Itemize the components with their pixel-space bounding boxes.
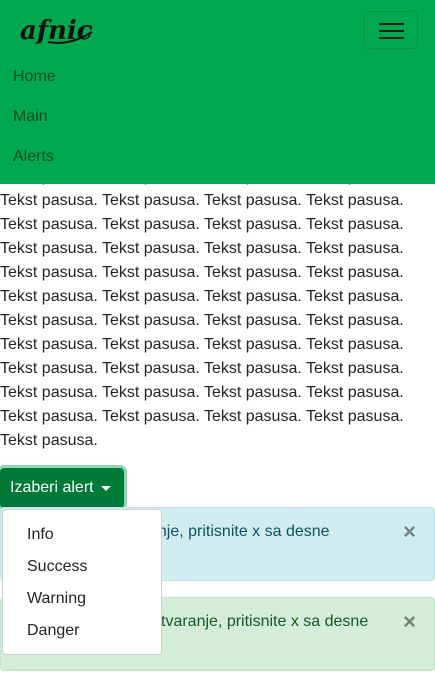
caret-down-icon	[101, 486, 111, 491]
brand-logo[interactable]: afnic	[18, 12, 96, 50]
nav-link-home[interactable]: Home	[13, 68, 56, 86]
nav-link-alerts[interactable]: Alerts	[13, 148, 54, 166]
alert-text: tvaranje, pritisnite x sa desne	[161, 613, 369, 630]
paragraph-container: Tekst pasusa. Tekst pasusa. Tekst pasusa…	[0, 165, 420, 455]
close-icon[interactable]: ×	[403, 521, 416, 543]
logo-text: afnic	[20, 16, 93, 46]
dropdown-item-danger[interactable]: Danger	[27, 622, 79, 640]
paragraph-text: Tekst pasusa. Tekst pasusa. Tekst pasusa…	[0, 168, 404, 449]
dropdown-item-success[interactable]: Success	[27, 558, 87, 576]
hamburger-icon	[379, 37, 404, 39]
choose-alert-dropdown-button[interactable]: Izaberi alert	[0, 468, 124, 508]
dropdown-button-label: Izaberi alert	[10, 479, 94, 496]
alert-dropdown-menu: Info Success Warning Danger	[2, 509, 162, 655]
menu-toggle-button[interactable]	[364, 11, 418, 49]
dropdown-item-warning[interactable]: Warning	[27, 590, 86, 608]
close-icon[interactable]: ×	[403, 611, 416, 633]
navbar: afnic Home Main Alerts	[0, 0, 435, 184]
dropdown-item-info[interactable]: Info	[27, 526, 54, 544]
hamburger-icon	[379, 30, 404, 32]
hamburger-icon	[379, 23, 404, 25]
alert-text: anje, pritisnite x sa desne	[149, 523, 330, 540]
nav-link-main[interactable]: Main	[13, 108, 48, 126]
